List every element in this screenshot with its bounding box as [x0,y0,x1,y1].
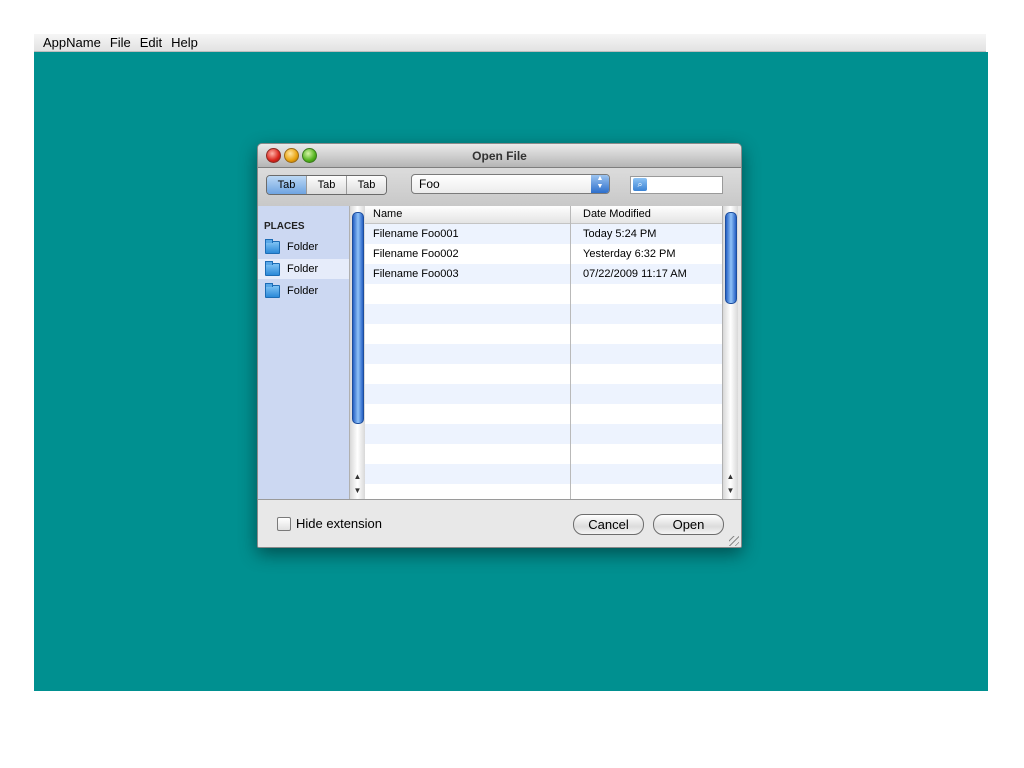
tab-1[interactable]: Tab [267,176,306,194]
scroll-up-arrow-icon[interactable]: ▲ [723,470,738,484]
empty-row [365,424,722,444]
dialog-footer: Hide extension Cancel Open [258,499,741,547]
tab-segmented-control: Tab Tab Tab [266,175,387,195]
folder-icon [265,238,280,254]
file-list-scroll-thumb[interactable] [725,212,737,304]
file-name: Filename Foo001 [373,228,459,240]
empty-row [365,284,722,304]
empty-row [365,384,722,404]
file-date: Yesterday 6:32 PM [583,248,676,260]
window-title: Open File [472,149,527,163]
location-popup-value: Foo [419,177,440,191]
sidebar-item-label: Folder [287,285,319,297]
menu-edit[interactable]: Edit [140,35,162,50]
folder-icon [265,260,280,276]
column-divider[interactable] [570,206,571,499]
empty-row [365,484,722,499]
file-list-scrollbar[interactable]: ▲ ▼ [722,206,738,499]
menu-help[interactable]: Help [171,35,198,50]
cancel-button[interactable]: Cancel [573,514,644,535]
search-icon: ⌕ [633,178,647,191]
open-file-dialog: Open File Tab Tab Tab Foo ▲ ▼ ⌕ PLACES Fo… [257,143,742,548]
empty-row [365,344,722,364]
column-header-name[interactable]: Name [373,208,402,220]
open-button[interactable]: Open [653,514,724,535]
folder-icon [265,282,280,298]
file-list: Name Date Modified Filename Foo001 Today… [365,206,722,499]
file-date: Today 5:24 PM [583,228,657,240]
places-heading: PLACES [264,221,305,232]
sidebar-scrollbar[interactable]: ▲ ▼ [349,206,365,499]
toolbar: Tab Tab Tab Foo ▲ ▼ ⌕ [258,168,741,206]
column-header-date-modified[interactable]: Date Modified [583,208,651,220]
scroll-up-arrow-icon[interactable]: ▲ [350,470,365,484]
scroll-down-arrow-icon[interactable]: ▼ [723,484,738,498]
location-popup[interactable]: Foo ▲ ▼ [411,174,610,194]
sidebar-item-folder-1[interactable]: Folder [258,237,349,257]
sidebar-item-folder-2[interactable]: Folder [258,259,349,279]
search-field[interactable]: ⌕ [630,176,723,194]
sidebar-scroll-thumb[interactable] [352,212,364,424]
table-row[interactable]: Filename Foo003 07/22/2009 11:17 AM [365,264,722,284]
empty-row [365,464,722,484]
empty-row [365,444,722,464]
file-name: Filename Foo002 [373,248,459,260]
file-date: 07/22/2009 11:17 AM [583,268,687,280]
table-row[interactable]: Filename Foo002 Yesterday 6:32 PM [365,244,722,264]
empty-row [365,404,722,424]
sidebar-item-label: Folder [287,263,319,275]
sidebar-item-folder-3[interactable]: Folder [258,281,349,301]
hide-extension-checkbox[interactable] [277,517,291,531]
hide-extension-label[interactable]: Hide extension [296,516,382,531]
resize-grip-icon[interactable] [729,536,739,546]
table-row[interactable]: Filename Foo001 Today 5:24 PM [365,224,722,244]
menu-app-name[interactable]: AppName [43,35,101,50]
menu-file[interactable]: File [110,35,131,50]
empty-row [365,364,722,384]
tab-3[interactable]: Tab [346,176,386,194]
menu-bar: AppName File Edit Help [34,34,986,52]
updown-arrows-icon: ▲ ▼ [591,175,609,193]
empty-row [365,304,722,324]
file-name: Filename Foo003 [373,268,459,280]
title-bar[interactable]: Open File [258,144,741,168]
sidebar: PLACES Folder Folder Folder [258,206,350,499]
file-list-header: Name Date Modified [365,206,722,224]
sidebar-item-label: Folder [287,241,319,253]
empty-row [365,324,722,344]
scroll-down-arrow-icon[interactable]: ▼ [350,484,365,498]
tab-2[interactable]: Tab [306,176,346,194]
